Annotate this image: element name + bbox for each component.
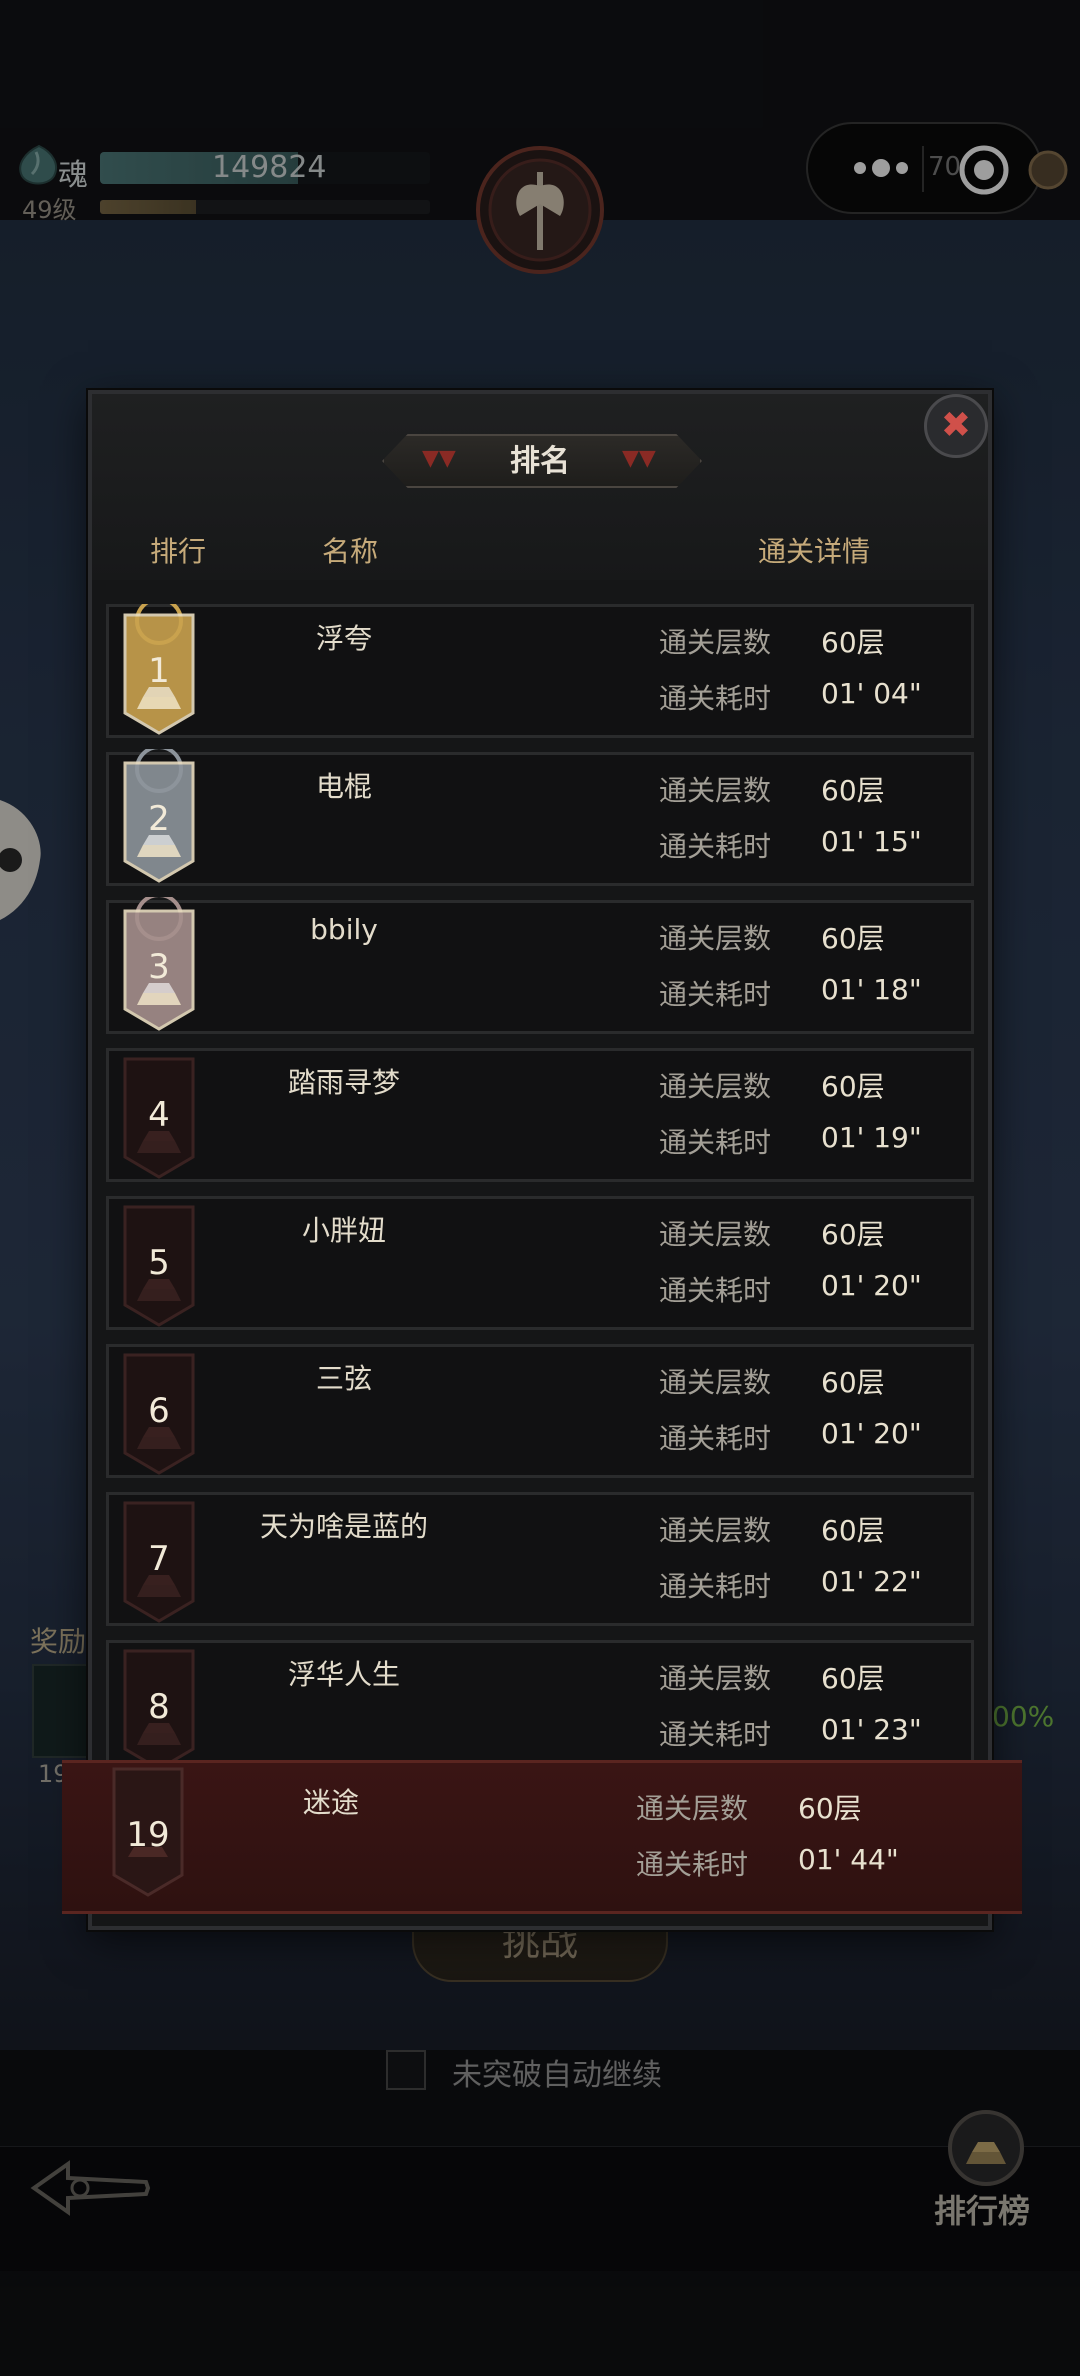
floors-value: 60层	[821, 922, 885, 955]
floors-label: 通关层数	[659, 1218, 772, 1251]
time-label: 通关耗时	[659, 978, 772, 1011]
time-label: 通关耗时	[659, 1570, 772, 1603]
time-value: 01' 22"	[821, 1565, 922, 1598]
player-name: 三弦	[315, 1362, 372, 1395]
floors-label: 通关层数	[659, 1514, 772, 1547]
ranking-dialog: ▼▼ ▼▼ 排名 ✖ 排行 名称 通关详情 1 浮夸 通关层数 60层 通关耗时…	[62, 390, 1022, 1930]
player-name: 踏雨寻梦	[287, 1066, 400, 1099]
time-label: 通关耗时	[659, 682, 772, 715]
ranking-row[interactable]: 2 电棍 通关层数 60层 通关耗时 01' 15"	[106, 745, 974, 889]
dialog-title: 排名	[510, 444, 570, 479]
rank-badge: 5	[117, 1193, 201, 1333]
rank-badge: 6	[117, 1341, 201, 1481]
ranking-row[interactable]: 7 天为啥是蓝的 通关层数 60层 通关耗时 01' 22"	[106, 1492, 974, 1626]
time-value: 01' 19"	[821, 1121, 922, 1154]
time-value: 01' 20"	[821, 1417, 922, 1450]
time-value: 01' 23"	[821, 1713, 922, 1746]
column-header-detail: 通关详情	[758, 535, 871, 568]
floors-label: 通关层数	[659, 922, 772, 955]
player-name: 电棍	[315, 770, 372, 803]
player-name: 小胖妞	[301, 1214, 386, 1247]
player-name: 浮华人生	[287, 1658, 400, 1691]
rank-number: 19	[126, 1815, 170, 1855]
floors-value: 60层	[821, 626, 885, 659]
ranking-row[interactable]: 6 三弦 通关层数 60层 通关耗时 01' 20"	[106, 1344, 974, 1478]
floors-label: 通关层数	[659, 626, 772, 659]
time-value: 01' 18"	[821, 973, 922, 1006]
player-name: 浮夸	[315, 622, 372, 655]
ranking-row[interactable]: 3 bbily 通关层数 60层 通关耗时 01' 18"	[106, 893, 974, 1037]
time-label: 通关耗时	[659, 830, 772, 863]
time-label: 通关耗时	[659, 1274, 772, 1307]
rank-badge: 1	[117, 604, 201, 741]
time-label: 通关耗时	[659, 1422, 772, 1455]
rank-badge: 19	[106, 1765, 190, 1905]
rank-number: 4	[148, 1095, 170, 1135]
rank-number: 3	[148, 947, 170, 987]
close-button[interactable]: ✖	[924, 394, 988, 458]
rank-badge: 3	[117, 893, 201, 1037]
my-ranking-row: 19 迷途 通关层数 60层 通关耗时 01' 44"	[62, 1760, 1022, 1914]
player-name: 天为啥是蓝的	[259, 1510, 428, 1543]
floors-value: 60层	[821, 774, 885, 807]
ranking-list[interactable]: 1 浮夸 通关层数 60层 通关耗时 01' 04" 2 电棍 通关层数 60层…	[106, 604, 974, 1924]
rank-number: 7	[148, 1539, 170, 1579]
floors-label: 通关层数	[659, 774, 772, 807]
ranking-row[interactable]: 5 小胖妞 通关层数 60层 通关耗时 01' 20"	[106, 1196, 974, 1330]
rank-number: 6	[148, 1391, 170, 1431]
time-value: 01' 15"	[821, 825, 922, 858]
floors-value: 60层	[821, 1366, 885, 1399]
floors-value: 60层	[821, 1218, 885, 1251]
rank-badge: 7	[117, 1489, 201, 1629]
rank-number: 2	[148, 799, 170, 839]
floors-label: 通关层数	[659, 1366, 772, 1399]
floors-label: 通关层数	[659, 1070, 772, 1103]
rank-badge: 8	[117, 1637, 201, 1777]
floors-label: 通关层数	[659, 1662, 772, 1695]
ranking-row[interactable]: 8 浮华人生 通关层数 60层 通关耗时 01' 23"	[106, 1640, 974, 1774]
time-value: 01' 04"	[821, 677, 922, 710]
ranking-row[interactable]: 4 踏雨寻梦 通关层数 60层 通关耗时 01' 19"	[106, 1048, 974, 1182]
rank-badge: 4	[117, 1045, 201, 1185]
time-value: 01' 44"	[798, 1843, 899, 1876]
floors-value: 60层	[821, 1514, 885, 1547]
rank-number: 1	[148, 651, 170, 691]
column-header-rank: 排行	[150, 535, 207, 568]
floors-value: 60层	[821, 1070, 885, 1103]
floors-label: 通关层数	[636, 1792, 749, 1825]
time-value: 01' 20"	[821, 1269, 922, 1302]
time-label: 通关耗时	[636, 1848, 749, 1881]
player-name: bbily	[310, 913, 378, 946]
time-label: 通关耗时	[659, 1126, 772, 1159]
floors-value: 60层	[821, 1662, 885, 1695]
player-name: 迷途	[302, 1786, 359, 1819]
ranking-row[interactable]: 1 浮夸 通关层数 60层 通关耗时 01' 04"	[106, 604, 974, 738]
floors-value: 60层	[798, 1792, 862, 1825]
time-label: 通关耗时	[659, 1718, 772, 1751]
rank-number: 8	[148, 1687, 170, 1727]
column-header-name: 名称	[322, 535, 379, 568]
rank-badge: 2	[117, 745, 201, 889]
rank-number: 5	[148, 1243, 170, 1283]
